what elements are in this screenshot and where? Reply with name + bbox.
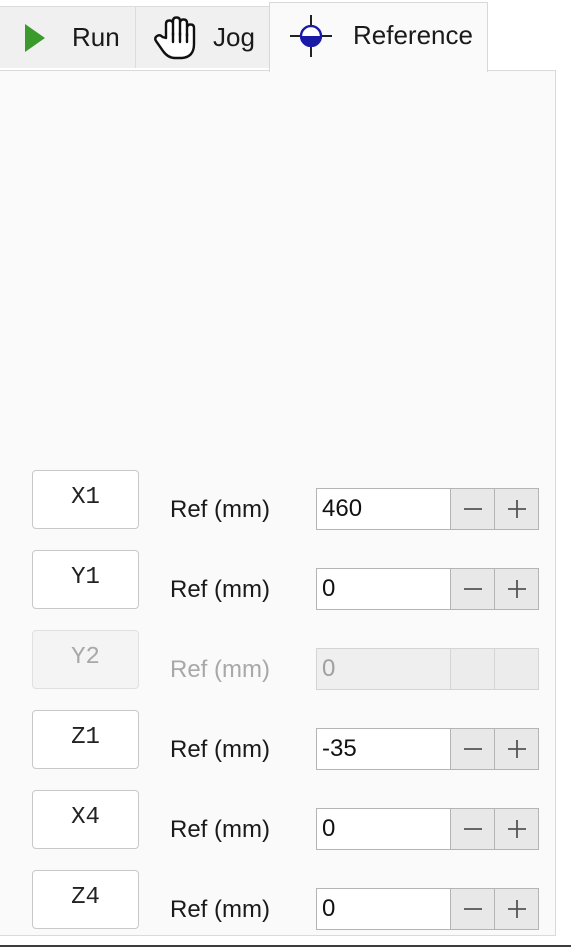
- minus-icon: [463, 899, 483, 919]
- play-icon: [24, 23, 46, 53]
- axis-row: Y1 Ref (mm) 0: [0, 550, 556, 610]
- ref-value-input[interactable]: -35: [316, 728, 451, 770]
- decrement-button[interactable]: [450, 568, 495, 610]
- axis-row: X1 Ref (mm) 460: [0, 470, 556, 530]
- axis-home-button: Y2: [32, 630, 139, 689]
- axis-row: Y2 Ref (mm) 0: [0, 630, 556, 690]
- axis-home-button[interactable]: Z4: [32, 870, 139, 929]
- ref-label: Ref (mm): [170, 656, 270, 683]
- bottom-strip: [0, 936, 571, 949]
- increment-button[interactable]: [494, 888, 539, 930]
- increment-button[interactable]: [494, 808, 539, 850]
- crosshair-icon: [289, 14, 333, 58]
- bottom-border: [0, 945, 571, 947]
- minus-icon: [463, 579, 483, 599]
- ref-value-input[interactable]: 460: [316, 488, 451, 530]
- tab-run[interactable]: Run: [0, 6, 136, 68]
- increment-button[interactable]: [494, 488, 539, 530]
- tab-jog[interactable]: Jog: [135, 6, 270, 68]
- increment-button: [494, 648, 539, 690]
- tab-reference[interactable]: Reference: [269, 2, 488, 72]
- plus-icon: [507, 739, 527, 759]
- increment-button[interactable]: [494, 568, 539, 610]
- axis-home-button[interactable]: Y1: [32, 550, 139, 609]
- plus-icon: [507, 899, 527, 919]
- tab-run-label: Run: [72, 22, 120, 52]
- tab-strip: Run Jog Reference: [0, 0, 571, 72]
- ref-value-input[interactable]: 0: [316, 568, 451, 610]
- axis-row: Z4 Ref (mm) 0: [0, 870, 556, 930]
- axis-home-button[interactable]: Z1: [32, 710, 139, 769]
- decrement-button[interactable]: [450, 728, 495, 770]
- ref-value-input[interactable]: 0: [316, 888, 451, 930]
- decrement-button[interactable]: [450, 488, 495, 530]
- axis-row: X4 Ref (mm) 0: [0, 790, 556, 850]
- plus-icon: [507, 499, 527, 519]
- axis-home-button[interactable]: X4: [32, 790, 139, 849]
- decrement-button: [450, 648, 495, 690]
- ref-value-input: 0: [316, 648, 451, 690]
- ref-value-input[interactable]: 0: [316, 808, 451, 850]
- tab-jog-label: Jog: [213, 22, 255, 52]
- minus-icon: [463, 739, 483, 759]
- ref-label: Ref (mm): [170, 576, 270, 603]
- decrement-button[interactable]: [450, 808, 495, 850]
- hand-icon: [153, 15, 199, 60]
- ref-label: Ref (mm): [170, 816, 270, 843]
- plus-icon: [507, 579, 527, 599]
- axis-row: Z1 Ref (mm) -35: [0, 710, 556, 770]
- ref-label: Ref (mm): [170, 736, 270, 763]
- increment-button[interactable]: [494, 728, 539, 770]
- decrement-button[interactable]: [450, 888, 495, 930]
- ref-label: Ref (mm): [170, 496, 270, 523]
- axis-home-button[interactable]: X1: [32, 470, 139, 529]
- tab-reference-label: Reference: [353, 20, 473, 50]
- minus-icon: [463, 819, 483, 839]
- minus-icon: [463, 499, 483, 519]
- ref-label: Ref (mm): [170, 896, 270, 923]
- plus-icon: [507, 819, 527, 839]
